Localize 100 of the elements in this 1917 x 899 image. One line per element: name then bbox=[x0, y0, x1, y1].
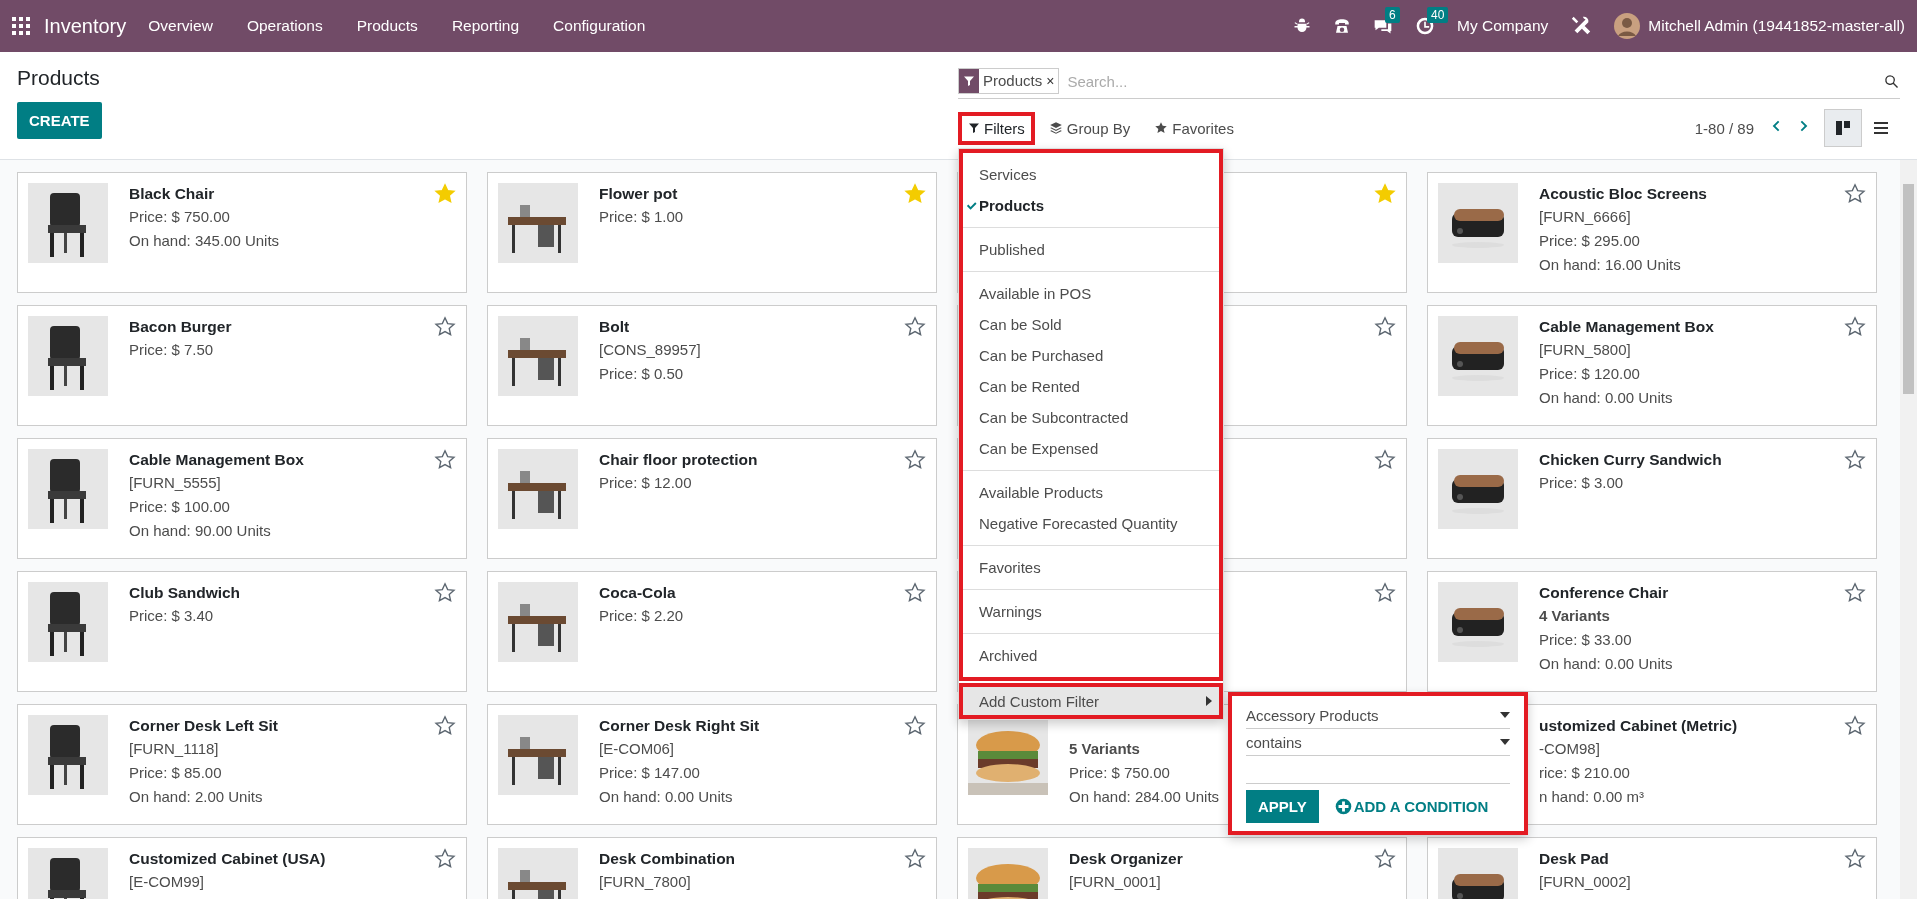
product-card[interactable]: Chair floor protection Price: $ 12.00 bbox=[487, 438, 937, 559]
filter-icon[interactable] bbox=[968, 122, 980, 134]
on-hand-quantity: On hand: 345.00 Units bbox=[129, 231, 280, 251]
group-by-button[interactable]: Group By bbox=[1038, 111, 1141, 145]
product-card[interactable]: Bolt [CONS_89957] Price: $ 0.50 bbox=[487, 305, 937, 426]
add-custom-filter-item[interactable]: Add Custom Filter bbox=[963, 687, 1219, 715]
app-name[interactable]: Inventory bbox=[44, 14, 127, 38]
filter-option[interactable]: Warnings bbox=[963, 596, 1219, 627]
star-icon[interactable] bbox=[1844, 582, 1866, 604]
product-card[interactable]: Bacon Burger Price: $ 7.50 bbox=[17, 305, 467, 426]
product-name: Chair floor protection bbox=[599, 450, 758, 470]
star-icon[interactable] bbox=[1374, 582, 1396, 604]
star-icon[interactable] bbox=[434, 316, 456, 338]
facet-remove[interactable]: × bbox=[1046, 69, 1059, 93]
menu-item[interactable]: Overview bbox=[148, 17, 213, 35]
filter-option[interactable]: Can be Purchased bbox=[963, 340, 1219, 371]
kanban-view-button[interactable] bbox=[1824, 109, 1862, 147]
menu-item[interactable]: Operations bbox=[246, 17, 323, 35]
filter-option[interactable]: Published bbox=[963, 234, 1219, 265]
star-icon[interactable] bbox=[904, 316, 926, 338]
product-name: Corner Desk Left Sit bbox=[129, 716, 278, 736]
favorites-button[interactable]: Favorites bbox=[1144, 111, 1244, 145]
product-card[interactable]: Flower pot Price: $ 1.00 bbox=[487, 172, 937, 293]
on-hand-quantity: On hand: 0.00 Units bbox=[1539, 388, 1674, 408]
product-card[interactable]: Black Chair Price: $ 750.00 On hand: 345.00 Units bbox=[17, 172, 467, 293]
filter-option[interactable]: Favorites bbox=[963, 552, 1219, 583]
star-icon[interactable] bbox=[1844, 715, 1866, 737]
filter-option[interactable]: Available in POS bbox=[963, 278, 1219, 309]
product-name: Coca-Cola bbox=[599, 583, 677, 603]
product-name: Customized Cabinet (USA) bbox=[129, 849, 326, 869]
star-icon[interactable] bbox=[1844, 449, 1866, 471]
menu-item[interactable]: Reporting bbox=[451, 17, 520, 35]
apps-grid-icon[interactable] bbox=[12, 17, 30, 35]
scrollbar-thumb[interactable] bbox=[1903, 184, 1914, 394]
product-card[interactable]: Corner Desk Left Sit [FURN_1118] Price: $ 85.00 On hand: 2.00 Units bbox=[17, 704, 467, 825]
product-card[interactable]: Desk Combination [FURN_7800] bbox=[487, 837, 937, 899]
apply-button[interactable]: APPLY bbox=[1246, 790, 1319, 823]
user-name[interactable]: Mitchell Admin (19441852-master-all) bbox=[1648, 17, 1905, 35]
product-code: [CONS_89957] bbox=[599, 340, 701, 360]
product-name: Chicken Curry Sandwich bbox=[1539, 450, 1722, 470]
bug-icon[interactable] bbox=[1292, 17, 1311, 35]
product-card[interactable]: Desk Organizer [FURN_0001] bbox=[957, 837, 1407, 899]
filters-button[interactable]: Filters bbox=[958, 111, 1035, 145]
star-icon[interactable] bbox=[904, 848, 926, 870]
layers-icon[interactable] bbox=[1048, 121, 1063, 135]
product-card[interactable]: Corner Desk Right Sit [E-COM06] Price: $ 147.00 On hand: 0.00 Units bbox=[487, 704, 937, 825]
product-card[interactable]: Cable Management Box [FURN_5800] Price: $ 120.00 On hand: 0.00 Units bbox=[1427, 305, 1877, 426]
star-icon[interactable] bbox=[434, 449, 456, 471]
search-icon[interactable] bbox=[1883, 72, 1900, 90]
product-name: Flower pot bbox=[599, 184, 679, 204]
search-field[interactable]: Search... bbox=[1065, 71, 1883, 91]
filter-option[interactable]: Can be Rented bbox=[963, 371, 1219, 402]
star-icon[interactable] bbox=[904, 582, 926, 604]
star-icon[interactable] bbox=[904, 449, 926, 471]
avatar[interactable] bbox=[1614, 13, 1641, 39]
plus-circle-icon bbox=[1334, 798, 1352, 815]
star-icon[interactable] bbox=[1844, 316, 1866, 338]
star-icon[interactable] bbox=[1374, 848, 1396, 870]
company-switcher[interactable]: My Company bbox=[1456, 17, 1549, 35]
product-code: [FURN_0001] bbox=[1069, 872, 1162, 892]
caret-down-icon bbox=[1500, 712, 1510, 718]
tools-icon[interactable] bbox=[1570, 15, 1593, 37]
menu-item[interactable]: Products bbox=[356, 17, 418, 35]
filter-option[interactable]: Services bbox=[963, 159, 1219, 190]
product-card[interactable]: Conference Chair 4 Variants Price: $ 33.00 On hand: 0.00 Units bbox=[1427, 571, 1877, 692]
product-card[interactable]: Coca-Cola Price: $ 2.20 bbox=[487, 571, 937, 692]
product-name: Conference Chair bbox=[1539, 583, 1670, 603]
filter-option[interactable]: Negative Forecasted Quantity bbox=[963, 508, 1219, 539]
filter-option[interactable]: Products bbox=[963, 190, 1219, 221]
product-price: Price: $ 750.00 bbox=[129, 207, 231, 227]
star-icon[interactable] bbox=[1374, 316, 1396, 338]
filter-option[interactable]: Can be Sold bbox=[963, 309, 1219, 340]
kanban-icon bbox=[1835, 120, 1851, 136]
product-card[interactable]: Club Sandwich Price: $ 3.40 bbox=[17, 571, 467, 692]
filter-option[interactable]: Can be Expensed bbox=[963, 433, 1219, 464]
pager-value[interactable]: 1-80 / 89 bbox=[1694, 119, 1754, 137]
product-card[interactable]: Customized Cabinet (USA) [E-COM99] bbox=[17, 837, 467, 899]
star-icon[interactable] bbox=[434, 715, 456, 737]
product-card[interactable]: Acoustic Bloc Screens [FURN_6666] Price: $ 295.00 On hand: 16.00 Units bbox=[1427, 172, 1877, 293]
star-icon[interactable] bbox=[1154, 121, 1169, 135]
field-select[interactable]: Accessory Products bbox=[1246, 702, 1510, 729]
product-card[interactable]: Cable Management Box [FURN_5555] Price: $ 100.00 On hand: 90.00 Units bbox=[17, 438, 467, 559]
product-card[interactable]: Chicken Curry Sandwich Price: $ 3.00 bbox=[1427, 438, 1877, 559]
create-button[interactable]: CREATE bbox=[17, 102, 102, 139]
menu-item[interactable]: Configuration bbox=[553, 17, 646, 35]
star-icon[interactable] bbox=[1844, 183, 1866, 205]
product-code: [E-COM06] bbox=[599, 739, 675, 759]
filter-option[interactable]: Can be Subcontracted bbox=[963, 402, 1219, 433]
filter-option[interactable]: Available Products bbox=[963, 477, 1219, 508]
phone-icon[interactable] bbox=[1332, 17, 1351, 35]
star-icon[interactable] bbox=[434, 582, 456, 604]
star-icon[interactable] bbox=[904, 715, 926, 737]
filter-option[interactable]: Archived bbox=[963, 640, 1219, 671]
star-icon[interactable] bbox=[434, 848, 456, 870]
star-icon[interactable] bbox=[1844, 848, 1866, 870]
product-name: Desk Combination bbox=[599, 849, 736, 869]
operator-select[interactable]: contains bbox=[1246, 729, 1510, 756]
star-icon[interactable] bbox=[1374, 449, 1396, 471]
product-code: [FURN_6666] bbox=[1539, 207, 1632, 227]
product-card[interactable]: Desk Pad [FURN_0002] bbox=[1427, 837, 1877, 899]
